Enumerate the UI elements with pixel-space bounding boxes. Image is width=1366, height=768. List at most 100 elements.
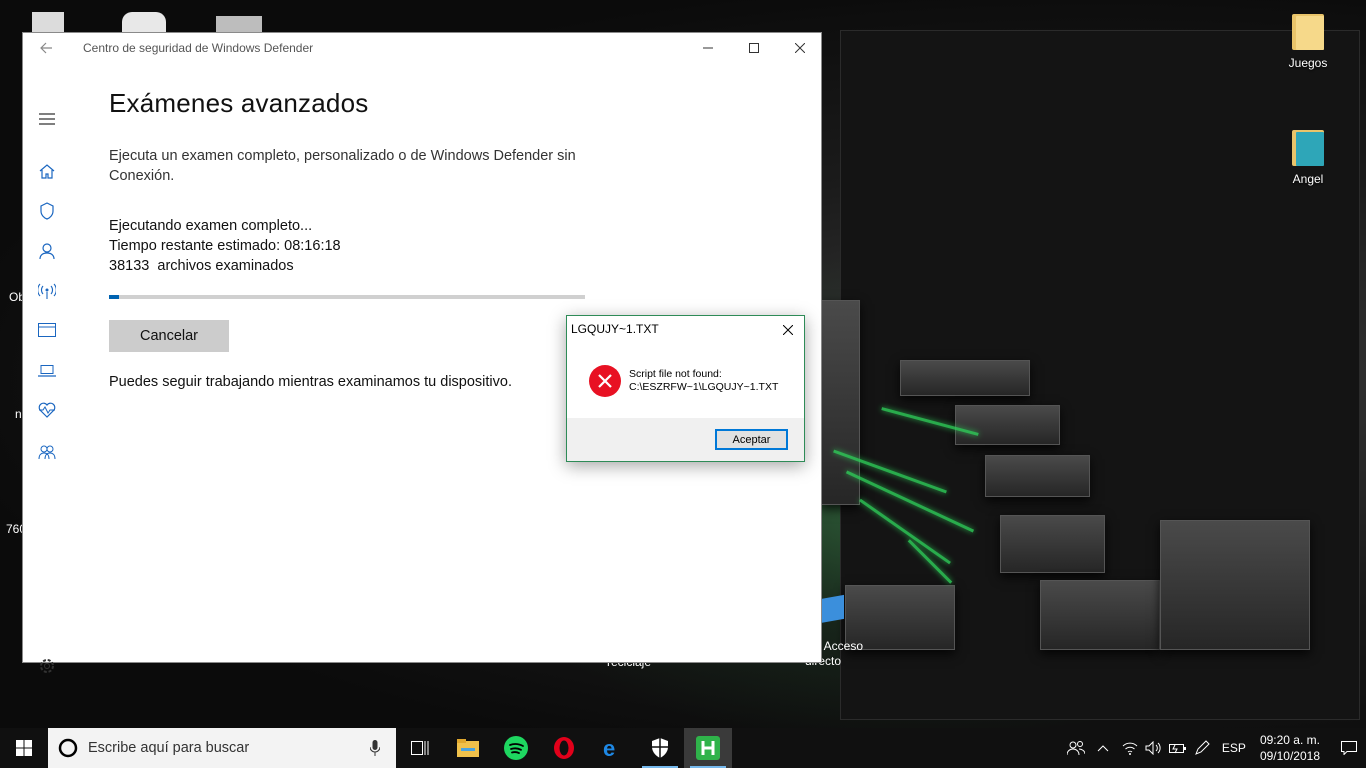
notification-icon <box>1341 741 1357 755</box>
scan-status: Ejecutando examen completo... Tiempo res… <box>109 216 629 276</box>
files-scanned: 38133 archivos examinados <box>109 258 294 274</box>
defender-taskbar-button[interactable] <box>636 728 684 768</box>
error-icon <box>589 365 621 397</box>
menu-icon[interactable] <box>35 107 59 131</box>
maximize-button[interactable] <box>731 33 777 63</box>
notifications-button[interactable] <box>1332 728 1366 768</box>
file-explorer-icon <box>457 739 479 757</box>
task-view-icon <box>411 741 429 755</box>
search-placeholder: Escribe aquí para buscar <box>88 740 250 756</box>
defender-icon <box>652 738 668 758</box>
partial-desktop-icon[interactable] <box>32 12 64 32</box>
start-button[interactable] <box>0 728 48 768</box>
input-language[interactable]: ESP <box>1222 741 1246 755</box>
health-icon[interactable] <box>35 398 59 422</box>
app-browser-icon[interactable] <box>35 318 59 342</box>
progress-fill <box>109 295 119 299</box>
account-icon[interactable] <box>35 239 59 263</box>
desktop-icon-angel[interactable]: Angel <box>1270 126 1346 186</box>
settings-icon[interactable] <box>35 654 59 678</box>
pen-button[interactable] <box>1190 728 1214 768</box>
edge-button[interactable]: e <box>588 728 636 768</box>
minimize-button[interactable] <box>685 33 731 63</box>
page-title: Exámenes avanzados <box>109 88 369 118</box>
svg-text:e: e <box>603 736 615 760</box>
wallpaper-chip <box>900 360 1030 396</box>
show-hidden-icons-button[interactable] <box>1088 728 1118 768</box>
partial-desktop-icon[interactable] <box>216 16 262 32</box>
system-tray: ESP 09:20 a. m. 09/10/2018 <box>1064 728 1366 768</box>
ok-button[interactable]: Aceptar <box>715 429 788 450</box>
battery-icon <box>1168 744 1186 754</box>
gamepad-icon[interactable] <box>122 12 166 32</box>
window-title: Centro de seguridad de Windows Defender <box>83 41 314 55</box>
dialog-message: Script file not found: C:\ESZRFW~1\LGQUJ… <box>629 368 778 394</box>
people-button[interactable] <box>1064 728 1088 768</box>
edge-icon: e <box>603 736 615 760</box>
spotify-icon <box>504 736 528 760</box>
wallpaper-chip <box>955 405 1060 445</box>
title-bar: Centro de seguridad de Windows Defender <box>23 33 821 63</box>
desktop-icon-label: Juegos <box>1288 56 1328 70</box>
error-dialog: LGQUJY~1.TXT Script file not found: C:\E… <box>566 315 805 462</box>
folder-icon <box>1292 10 1324 50</box>
family-icon[interactable] <box>35 440 59 464</box>
partial-icon-label: n <box>15 407 22 421</box>
device-icon[interactable] <box>35 359 59 383</box>
maximize-icon <box>749 43 759 53</box>
cortana-icon <box>58 738 78 758</box>
info-note: Puedes seguir trabajando mientras examin… <box>109 374 512 390</box>
folder-icon <box>1292 126 1324 166</box>
pen-workspace-icon <box>1195 740 1210 755</box>
search-box[interactable]: Escribe aquí para buscar <box>48 728 396 768</box>
network-icon[interactable] <box>35 279 59 303</box>
microphone-icon[interactable] <box>370 740 380 756</box>
opera-icon <box>554 737 574 759</box>
volume-icon <box>1145 741 1161 755</box>
hma-icon <box>696 736 720 760</box>
desktop-icon-label: Angel <box>1292 172 1324 186</box>
shield-icon[interactable] <box>35 199 59 223</box>
dialog-footer: Aceptar <box>567 418 804 461</box>
clock-date: 09/10/2018 <box>1259 749 1320 763</box>
hma-taskbar-button[interactable] <box>684 728 732 768</box>
wallpaper-chip <box>1040 580 1160 650</box>
windows-logo-icon <box>16 740 32 756</box>
wallpaper-chip <box>1000 515 1105 573</box>
volume-button[interactable] <box>1142 728 1166 768</box>
wifi-button[interactable] <box>1118 728 1142 768</box>
spotify-button[interactable] <box>492 728 540 768</box>
dialog-message-line: Script file not found: <box>629 368 722 380</box>
shortcut-icon[interactable] <box>820 594 844 624</box>
taskbar: Escribe aquí para buscar e ESP 09:20 a. … <box>0 728 1366 768</box>
main-content: Exámenes avanzados Ejecuta un examen com… <box>109 88 629 390</box>
dialog-title: LGQUJY~1.TXT <box>571 322 659 336</box>
time-remaining: Tiempo restante estimado: 08:16:18 <box>109 238 341 254</box>
chevron-up-icon <box>1097 745 1109 752</box>
file-explorer-button[interactable] <box>444 728 492 768</box>
dialog-message-path: C:\ESZRFW~1\LGQUJY~1.TXT <box>629 381 779 393</box>
cancel-button[interactable]: Cancelar <box>109 320 229 352</box>
back-button[interactable] <box>23 33 69 63</box>
clock[interactable]: 09:20 a. m. 09/10/2018 <box>1260 732 1320 764</box>
page-description: Ejecuta un examen completo, personalizad… <box>109 148 576 184</box>
wallpaper-chip <box>1160 520 1310 650</box>
home-icon[interactable] <box>35 159 59 183</box>
minimize-icon <box>703 47 713 49</box>
task-view-button[interactable] <box>396 728 444 768</box>
close-icon <box>783 325 793 335</box>
wallpaper-chip <box>985 455 1090 497</box>
opera-button[interactable] <box>540 728 588 768</box>
people-icon <box>1066 741 1085 756</box>
close-icon <box>795 43 805 53</box>
back-arrow-icon <box>40 42 52 54</box>
partial-icon-label: - Acceso <box>817 639 864 653</box>
close-button[interactable] <box>777 33 823 63</box>
sidebar <box>23 63 71 673</box>
progress-bar <box>109 295 585 299</box>
dialog-close-button[interactable] <box>778 320 798 340</box>
battery-button[interactable] <box>1166 728 1190 768</box>
wifi-icon <box>1122 742 1138 755</box>
desktop-icon-juegos[interactable]: Juegos <box>1270 10 1346 70</box>
clock-time: 09:20 a. m. <box>1259 733 1320 747</box>
